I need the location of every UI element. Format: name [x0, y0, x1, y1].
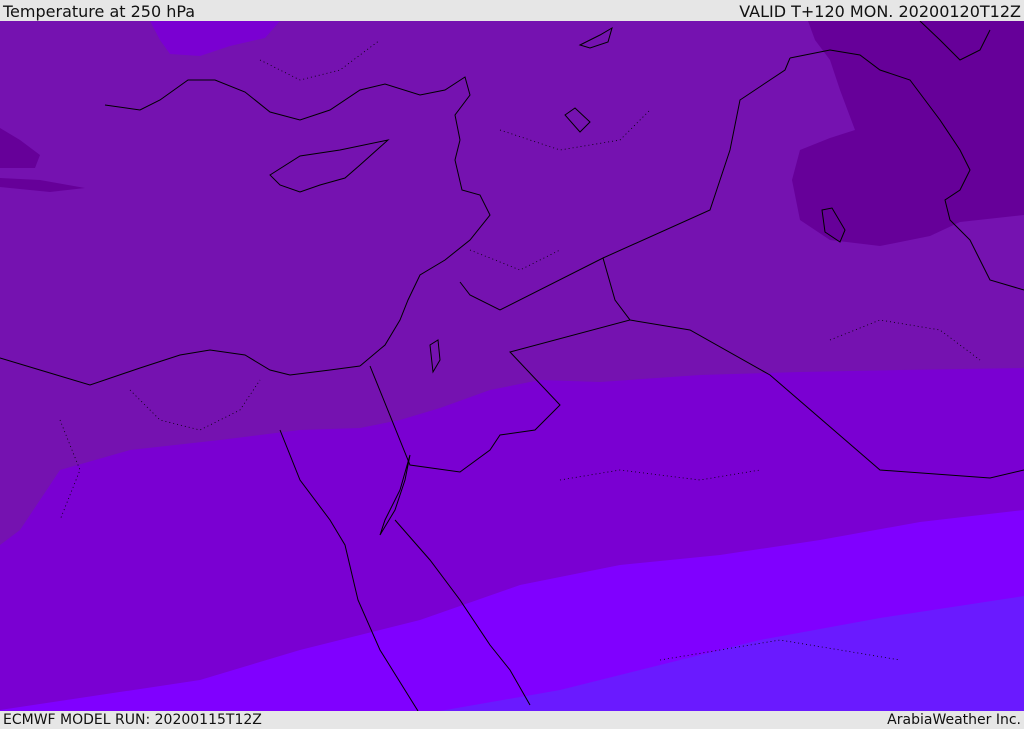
- temperature-map: [0, 21, 1024, 711]
- credit: ArabiaWeather Inc.: [887, 712, 1021, 728]
- map-title: Temperature at 250 hPa: [3, 2, 196, 21]
- valid-time: VALID T+120 MON. 20200120T12Z: [739, 2, 1021, 21]
- map-footer: ECMWF MODEL RUN: 20200115T12Z ArabiaWeat…: [0, 711, 1024, 729]
- model-run: ECMWF MODEL RUN: 20200115T12Z: [3, 712, 262, 728]
- map-header: Temperature at 250 hPa VALID T+120 MON. …: [0, 0, 1024, 21]
